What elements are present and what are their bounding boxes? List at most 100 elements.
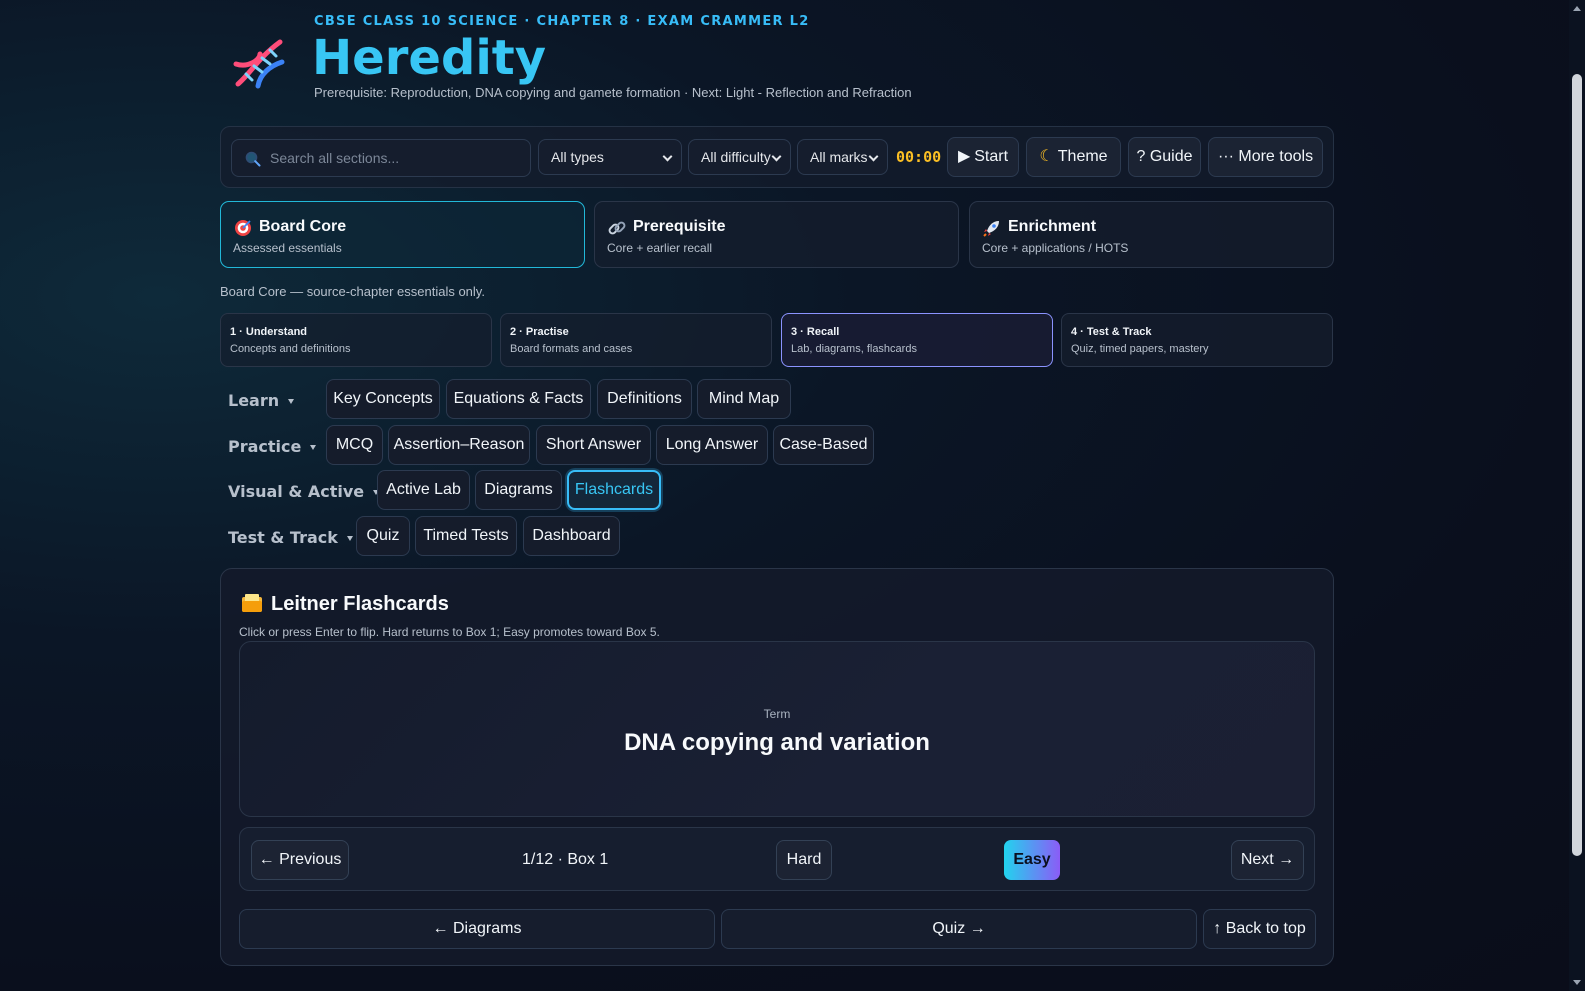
tier-selector: Board Core Assessed essentials Prerequis… [220,201,1334,268]
chevron-down-icon [868,151,879,162]
toolbar: All types All difficulty All marks 00:00… [220,126,1334,188]
flashcard[interactable]: Term DNA copying and variation [239,641,1315,817]
marks-filter-select[interactable]: All marks [797,139,888,175]
panel-title: Leitner Flashcards [241,593,449,616]
nav-item-definitions[interactable]: Definitions [597,379,692,419]
flashcards-panel: Leitner Flashcards Click or press Enter … [220,568,1334,966]
target-icon [235,220,251,236]
step-recall[interactable]: 3 · Recall Lab, diagrams, flashcards [781,313,1053,367]
search-icon [245,151,261,167]
panel-help-text: Click or press Enter to flip. Hard retur… [239,625,660,639]
prev-section-button[interactable]: ← Diagrams [239,909,715,949]
tier-name: Prerequisite [633,218,726,235]
tier-prerequisite[interactable]: Prerequisite Core + earlier recall [594,201,959,268]
caret-down-icon [288,399,295,404]
card-term: DNA copying and variation [624,729,930,756]
nav-group-toggle-practice[interactable]: Practice [228,437,317,456]
nav-group-toggle-test-track[interactable]: Test & Track [228,528,353,547]
step-name: 3 · Recall [791,326,840,338]
moon-icon: ☾ [1039,148,1054,165]
nav-item-mcq[interactable]: MCQ [326,425,383,465]
tier-name: Enrichment [1008,218,1097,235]
search-input[interactable] [270,140,525,176]
guide-button[interactable]: ? Guide [1128,137,1201,177]
nav-item-key-concepts[interactable]: Key Concepts [326,379,440,419]
page-scrollbar[interactable] [1569,0,1585,991]
course-kicker: CBSE CLASS 10 SCIENCE · CHAPTER 8 · EXAM… [314,14,810,29]
step-name: 1 · Understand [230,326,308,338]
chevron-down-icon [771,151,782,162]
nav-group-label: Practice [228,437,302,456]
type-filter-value: All types [551,149,604,165]
study-steps: 1 · Understand Concepts and definitions … [220,313,1334,367]
tier-name: Board Core [259,218,347,235]
flashcard-controls: ← Previous 1/12 · Box 1 Hard Easy Next → [239,827,1315,891]
nav-item-case-based[interactable]: Case-Based [773,425,874,465]
tier-sub: Core + applications / HOTS [982,241,1129,255]
page-title: Heredity [312,30,546,86]
nav-group-label: Learn [228,391,280,410]
next-section-button[interactable]: Quiz → [721,909,1197,949]
type-filter-select[interactable]: All types [538,139,682,175]
step-sub: Concepts and definitions [230,343,351,355]
more-tools-button[interactable]: ··· More tools [1208,137,1323,177]
chevron-down-icon [662,151,673,162]
nav-item-quiz[interactable]: Quiz [356,516,410,556]
nav-item-long-answer[interactable]: Long Answer [656,425,768,465]
difficulty-filter-select[interactable]: All difficulty [688,139,791,175]
page-subtitle: Prerequisite: Reproduction, DNA copying … [314,85,912,100]
rocket-icon [983,221,999,237]
guide-label: ? Guide [1136,148,1193,165]
step-name: 2 · Practise [510,326,569,338]
step-practise[interactable]: 2 · Practise Board formats and cases [500,313,772,367]
scroll-up-arrow-icon[interactable] [1573,6,1581,11]
nav-group-toggle-learn[interactable]: Learn [228,391,295,410]
step-sub: Quiz, timed papers, mastery [1071,343,1209,355]
nav-item-timed-tests[interactable]: Timed Tests [415,516,517,556]
scrollbar-thumb[interactable] [1572,74,1582,856]
nav-group-test-track: Test & Track Quiz Timed Tests Dashboard [220,516,1334,558]
page-header: CBSE CLASS 10 SCIENCE · CHAPTER 8 · EXAM… [230,12,1130,102]
nav-group-visual-active: Visual & Active Active Lab Diagrams Flas… [220,470,1334,512]
theme-label: Theme [1057,148,1108,165]
nav-item-diagrams[interactable]: Diagrams [475,470,562,510]
scroll-down-arrow-icon[interactable] [1573,980,1581,985]
nav-item-short-answer[interactable]: Short Answer [536,425,651,465]
play-icon: ▶ [957,148,971,165]
dna-icon [233,39,285,89]
tier-board-core[interactable]: Board Core Assessed essentials [220,201,585,268]
panel-title-text: Leitner Flashcards [271,593,449,615]
tier-enrichment[interactable]: Enrichment Core + applications / HOTS [969,201,1334,268]
nav-group-toggle-visual-active[interactable]: Visual & Active [228,482,380,501]
step-name: 4 · Test & Track [1071,326,1152,338]
nav-item-active-lab[interactable]: Active Lab [377,470,470,510]
marks-filter-value: All marks [810,149,868,165]
start-label: Start [974,148,1009,165]
step-understand[interactable]: 1 · Understand Concepts and definitions [220,313,492,367]
card-kind-label: Term [763,707,791,721]
hard-button[interactable]: Hard [776,840,832,880]
search-box[interactable] [231,139,531,177]
tier-sub: Core + earlier recall [607,241,713,255]
card-counter: 1/12 · Box 1 [522,851,609,868]
easy-button[interactable]: Easy [1004,840,1060,880]
step-sub: Board formats and cases [510,343,633,355]
step-test-track[interactable]: 4 · Test & Track Quiz, timed papers, mas… [1061,313,1333,367]
nav-item-flashcards[interactable]: Flashcards [567,470,661,510]
nav-item-dashboard[interactable]: Dashboard [523,516,620,556]
tier-note: Board Core — source-chapter essentials o… [220,284,485,299]
nav-item-equations-facts[interactable]: Equations & Facts [446,379,591,419]
difficulty-filter-value: All difficulty [701,149,771,165]
tier-sub: Assessed essentials [233,241,342,255]
nav-group-practice: Practice MCQ Assertion–Reason Short Answ… [220,425,1334,467]
next-card-button[interactable]: Next → [1231,840,1304,880]
nav-group-label: Visual & Active [228,482,365,501]
more-tools-label: ··· More tools [1217,148,1314,165]
start-timer-button[interactable]: ▶ Start [947,137,1019,177]
nav-item-mind-map[interactable]: Mind Map [697,379,791,419]
previous-card-button[interactable]: ← Previous [251,840,349,880]
theme-button[interactable]: ☾ Theme [1026,137,1121,177]
caret-down-icon [310,445,317,450]
nav-item-assertion-reason[interactable]: Assertion–Reason [388,425,530,465]
back-to-top-button[interactable]: ↑ Back to top [1203,909,1316,949]
